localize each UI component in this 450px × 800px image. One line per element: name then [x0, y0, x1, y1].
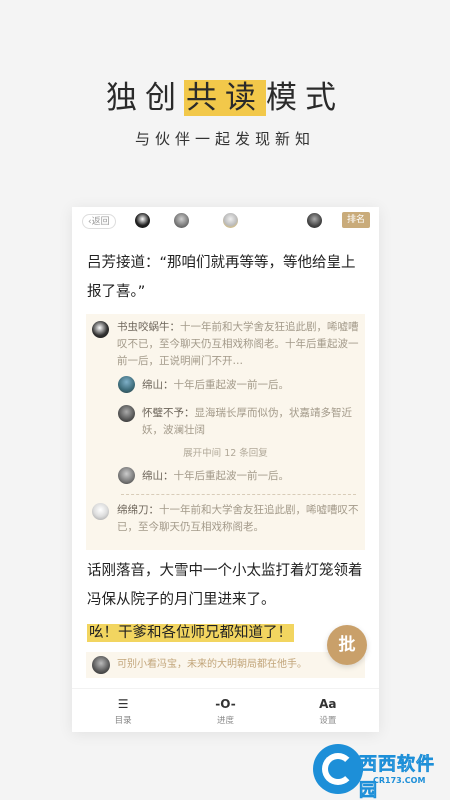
replier-avatar[interactable] — [118, 467, 135, 484]
headline-pre: 独创 — [106, 80, 184, 116]
inline-comment[interactable]: 可别小看冯宝，未来的大明朝局都在他手。 — [86, 652, 365, 678]
comment-item[interactable]: 书虫咬蜗牛：十一年前和大学舍友狂追此剧，唏嘘嘈叹不已，至今聊天仍互相戏称阁老。十… — [117, 319, 361, 370]
tab-settings[interactable]: Aa 设置 — [277, 689, 379, 732]
bottom-tabbar: ☰ 目录 -O- 进度 Aa 设置 — [72, 688, 379, 732]
replier-name: 绵山： — [142, 379, 174, 391]
back-button[interactable]: ‹返回 — [82, 213, 116, 229]
reader-topbar: ‹返回 排名 — [72, 207, 379, 235]
replier-name: 绵山： — [142, 470, 174, 482]
commenter-name: 书虫咬蜗牛： — [117, 321, 180, 333]
headline-post: 模式 — [266, 80, 344, 116]
book-paragraph: 话刚落音，大雪中一个小太监打着灯笼领着冯保从院子的月门里进来了。 — [87, 563, 363, 608]
reply-item[interactable]: 绵山：十年后重起波一前一后。 — [142, 377, 357, 394]
reader-avatar[interactable] — [223, 213, 238, 228]
reader-avatar[interactable] — [174, 213, 189, 228]
watermark-circle-icon — [313, 744, 363, 794]
watermark-brand: 西西软件园 — [359, 754, 435, 800]
progress-icon: -O- — [215, 697, 236, 711]
promo-subtitle: 与伙伴一起发现新知 — [134, 130, 315, 148]
tab-label: 进度 — [216, 716, 234, 726]
tab-catalog[interactable]: ☰ 目录 — [72, 689, 174, 732]
headline-highlight: 共读 — [184, 80, 266, 116]
commenter-name: 绵绵刀： — [117, 504, 159, 516]
tab-progress[interactable]: -O- 进度 — [174, 689, 276, 732]
replier-avatar[interactable] — [118, 405, 135, 422]
comment-item[interactable]: 绵绵刀：十一年前和大学舍友狂追此剧，唏嘘嘈叹不已，至今聊天仍互相戏称阁老。 — [117, 502, 361, 536]
reader-avatar[interactable] — [307, 213, 322, 228]
watermark-domain: CR173.COM — [373, 776, 426, 785]
divider — [121, 494, 356, 495]
inline-comment-text: 可别小看冯宝，未来的大明朝局都在他手。 — [117, 659, 307, 670]
commenter-avatar[interactable] — [92, 503, 109, 520]
reply-text: 十年后重起波一前一后。 — [173, 379, 290, 391]
phone-screen: ‹返回 排名 吕芳接道：“那咱们就再等等，等他给皇上报了喜。” 书虫咬蜗牛：十一… — [72, 207, 379, 732]
promo-headline: 独创共读模式 — [0, 72, 450, 117]
watermark-logo: 西西软件园 CR173.COM — [313, 742, 447, 800]
annotate-button[interactable]: 批 — [327, 625, 367, 665]
list-icon: ☰ — [117, 697, 129, 711]
commenter-avatar — [92, 656, 110, 674]
commenter-avatar[interactable] — [92, 321, 109, 338]
book-paragraph: 吕芳接道：“那咱们就再等等，等他给皇上报了喜。” — [87, 255, 356, 300]
tab-label: 目录 — [114, 716, 132, 726]
highlighted-text[interactable]: 吆！干爹和各位师兄都知道了！ — [87, 624, 294, 642]
font-size-icon: Aa — [319, 697, 337, 711]
reader-avatar[interactable] — [135, 213, 150, 228]
reply-item[interactable]: 绵山：十年后重起波一前一后。 — [142, 468, 357, 485]
rank-button[interactable]: 排名 — [342, 212, 370, 228]
replier-name: 怀璧不予： — [142, 407, 195, 419]
replier-avatar[interactable] — [118, 376, 135, 393]
comment-thread: 书虫咬蜗牛：十一年前和大学舍友狂追此剧，唏嘘嘈叹不已，至今聊天仍互相戏称阁老。十… — [86, 314, 365, 550]
tab-label: 设置 — [319, 716, 337, 726]
reply-text: 十年后重起波一前一后。 — [173, 470, 290, 482]
book-paragraph-highlighted: 吆！干爹和各位师兄都知道了！ — [87, 619, 367, 648]
expand-replies-link[interactable]: 展开中间 12 条回复 — [86, 445, 365, 462]
reply-item[interactable]: 怀璧不予：显海瑞长厚而似伪，状嘉靖多智近妖，波澜壮阔 — [142, 405, 357, 439]
